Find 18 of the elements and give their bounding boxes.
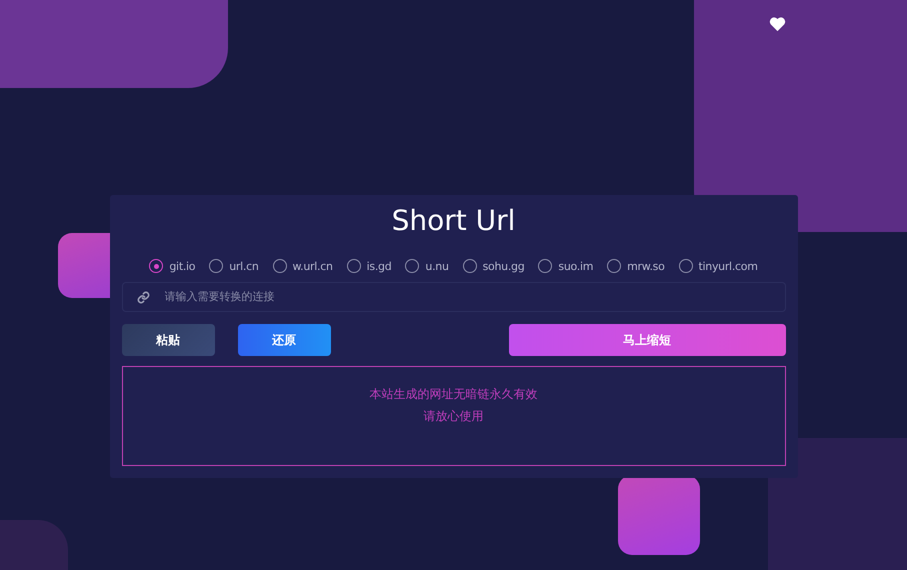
restore-button[interactable]: 还原 <box>238 324 330 356</box>
url-field[interactable]: 请输入需要转换的连接 <box>122 282 786 312</box>
paste-button[interactable]: 粘贴 <box>122 324 214 356</box>
service-radio[interactable]: u.nu <box>405 259 449 273</box>
link-icon <box>136 291 150 304</box>
service-radio[interactable]: sohu.gg <box>462 259 524 273</box>
service-radio[interactable]: is.gd <box>346 259 392 273</box>
shorten-button[interactable]: 马上缩短 <box>508 324 786 356</box>
service-radio[interactable]: url.cn <box>209 259 258 273</box>
notice-text: 请放心使用 <box>424 408 484 424</box>
page-title: Short Url <box>392 203 516 239</box>
service-radio[interactable]: git.io <box>149 259 196 273</box>
service-radio[interactable]: w.url.cn <box>272 259 333 273</box>
service-radio[interactable]: tinyurl.com <box>678 259 758 273</box>
service-radio[interactable]: suo.im <box>538 259 594 273</box>
notice-text: 本站生成的网址无暗链永久有效 <box>370 386 538 402</box>
heart-icon[interactable] <box>769 16 786 32</box>
service-radio[interactable]: mrw.so <box>607 259 665 273</box>
